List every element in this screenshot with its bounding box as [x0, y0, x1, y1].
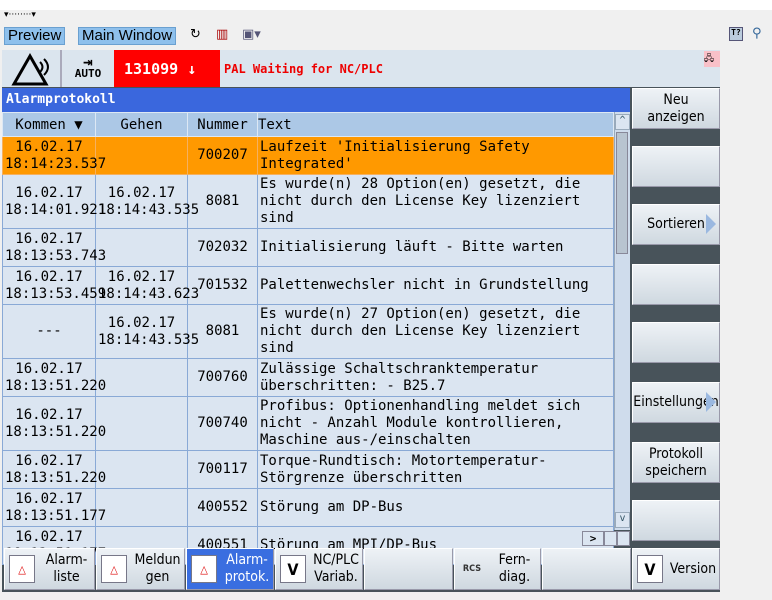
- softkey-right-8[interactable]: [632, 500, 720, 541]
- cell-text: Zulässige Schaltschranktemperatur übersc…: [258, 359, 614, 397]
- add-window-icon[interactable]: ▣▾: [242, 27, 261, 42]
- scroll-up-icon[interactable]: ^: [615, 114, 630, 130]
- softkey-label: Fern- diag.: [489, 552, 540, 586]
- cell-kommen: 16.02.17 18:13:51.220: [3, 397, 96, 451]
- network-status-icon: 🖧: [704, 51, 720, 67]
- softkey-right-1[interactable]: Neu anzeigen: [632, 88, 720, 129]
- messages-icon: △: [101, 555, 127, 583]
- cell-text: Initialisierung läuft - Bitte warten: [258, 229, 614, 267]
- softkey-right-4[interactable]: [632, 264, 720, 305]
- table-row[interactable]: 16.02.17 18:14:01.92116.02.17 18:14:43.5…: [3, 175, 614, 229]
- softkey-label: Version: [667, 561, 719, 578]
- table-row[interactable]: 16.02.17 18:13:53.45916.02.17 18:14:43.6…: [3, 267, 614, 305]
- softkey-bottom-3[interactable]: △Alarm- protok.: [186, 548, 274, 590]
- table-row[interactable]: 16.02.17 18:13:51.177 400552Störung am DP…: [3, 489, 614, 527]
- scroll-track[interactable]: [604, 531, 617, 546]
- table-row[interactable]: 16.02.17 18:13:51.220 700760Zulässige Sch…: [3, 359, 614, 397]
- cell-gehen: [96, 229, 188, 267]
- cell-gehen: [96, 451, 188, 489]
- scroll-track[interactable]: [617, 531, 630, 546]
- cell-gehen: [96, 359, 188, 397]
- cell-gehen: [96, 137, 188, 175]
- table-row[interactable]: 16.02.17 18:14:23.537 700207Laufzeit 'Ini…: [3, 137, 614, 175]
- softkey-bottom-6[interactable]: RCSFern- diag.: [454, 548, 541, 590]
- alarm-message: PAL Waiting for NC/PLC: [224, 62, 383, 76]
- submenu-arrow-icon: [706, 214, 716, 234]
- column-header[interactable]: Text: [258, 113, 614, 137]
- window-title: Alarmprotokoll: [2, 88, 630, 112]
- table-row[interactable]: 16.02.17 18:13:51.220 700740Profibus: Opt…: [3, 397, 614, 451]
- cell-nummer: 700760: [188, 359, 258, 397]
- top-strip: [0, 0, 772, 10]
- horizontal-scrollbar[interactable]: >: [582, 531, 630, 546]
- softkey-label: NC/PLC Variab.: [310, 552, 362, 586]
- cell-kommen: 16.02.17 18:14:23.537: [3, 137, 96, 175]
- alarm-warning-icon: [4, 50, 62, 87]
- table-row[interactable]: 16.02.17 18:13:51.220 700117Torque-Rundti…: [3, 451, 614, 489]
- cell-gehen: [96, 489, 188, 527]
- softkey-right-5[interactable]: [632, 322, 720, 363]
- active-alarm-number[interactable]: 131099 ↓: [114, 50, 220, 87]
- cell-kommen: 16.02.17 18:13:51.220: [3, 359, 96, 397]
- softkey-bottom-5[interactable]: [364, 548, 453, 590]
- alarm-log-icon: △: [191, 555, 217, 583]
- softkey-label: Alarm- protok.: [221, 552, 273, 586]
- softkey-right-2[interactable]: [632, 146, 720, 187]
- add-columns-icon[interactable]: ▥: [216, 27, 228, 42]
- cell-kommen: 16.02.17 18:14:01.921: [3, 175, 96, 229]
- cell-kommen: 16.02.17 18:13:53.743: [3, 229, 96, 267]
- scroll-right-button[interactable]: >: [582, 531, 604, 546]
- cell-kommen: 16.02.17 18:13:51.177: [3, 489, 96, 527]
- cell-kommen: 16.02.17 18:13:51.220: [3, 451, 96, 489]
- column-header[interactable]: Nummer: [188, 113, 258, 137]
- cell-gehen: 16.02.17 18:14:43.623: [96, 267, 188, 305]
- alarm-list-icon: △: [9, 555, 35, 583]
- cell-text: Störung am DP-Bus: [258, 489, 614, 527]
- cell-text: Palettenwechsler nicht in Grundstellung: [258, 267, 614, 305]
- cell-nummer: 700117: [188, 451, 258, 489]
- cell-nummer: 700207: [188, 137, 258, 175]
- softkey-label: Meldun gen: [131, 552, 184, 586]
- main-window-button[interactable]: Main Window: [78, 27, 176, 45]
- softkey-label: Alarm- liste: [39, 552, 94, 586]
- refresh-icon[interactable]: ↻: [190, 27, 201, 42]
- cell-nummer: 400552: [188, 489, 258, 527]
- cell-gehen: 16.02.17 18:14:43.535: [96, 305, 188, 359]
- softkey-bottom-1[interactable]: △Alarm- liste: [4, 548, 95, 590]
- cell-kommen: 16.02.17 18:13:53.459: [3, 267, 96, 305]
- column-header[interactable]: Gehen: [96, 113, 188, 137]
- column-header[interactable]: Kommen ▼: [3, 113, 96, 137]
- version-icon: V: [637, 555, 663, 583]
- variable-icon: V: [280, 555, 306, 583]
- softkey-bottom-4[interactable]: VNC/PLC Variab.: [275, 548, 363, 590]
- zoom-icon[interactable]: ⚲: [752, 26, 762, 41]
- softkey-bottom-7[interactable]: [542, 548, 631, 590]
- remote-diag-icon: RCS: [459, 555, 485, 583]
- submenu-arrow-icon: [706, 392, 716, 412]
- cell-text: Es wurde(n) 27 Option(en) gesetzt, die n…: [258, 305, 614, 359]
- table-row[interactable]: ---16.02.17 18:14:43.5358081Es wurde(n) …: [3, 305, 614, 359]
- scroll-down-icon[interactable]: v: [615, 512, 630, 528]
- cell-text: Torque-Rundtisch: Motortemperatur-Störgr…: [258, 451, 614, 489]
- help-icon[interactable]: T?: [729, 27, 743, 41]
- auto-label: AUTO: [75, 67, 102, 80]
- cell-gehen: [96, 397, 188, 451]
- toolbar-grip-icon[interactable]: ▾········▾: [4, 10, 36, 20]
- cell-nummer: 702032: [188, 229, 258, 267]
- alarm-table: Kommen ▼GehenNummerText 16.02.17 18:14:2…: [2, 112, 614, 565]
- preview-button[interactable]: Preview: [4, 27, 65, 45]
- cell-text: Laufzeit 'Initialisierung Safety Integra…: [258, 137, 614, 175]
- cell-nummer: 700740: [188, 397, 258, 451]
- softkey-right-7[interactable]: Protokoll speichern: [632, 442, 720, 483]
- softkey-bottom-8[interactable]: VVersion: [632, 548, 720, 590]
- scrollbar-thumb[interactable]: [616, 132, 628, 254]
- cell-text: Es wurde(n) 28 Option(en) gesetzt, die n…: [258, 175, 614, 229]
- table-row[interactable]: 16.02.17 18:13:53.743 702032Initialisieru…: [3, 229, 614, 267]
- cell-gehen: 16.02.17 18:14:43.535: [96, 175, 188, 229]
- softkey-bottom-2[interactable]: △Meldun gen: [96, 548, 185, 590]
- cell-text: Profibus: Optionenhandling meldet sich n…: [258, 397, 614, 451]
- auto-mode-indicator: ⇥AUTO: [64, 50, 112, 87]
- cell-kommen: ---: [3, 305, 96, 359]
